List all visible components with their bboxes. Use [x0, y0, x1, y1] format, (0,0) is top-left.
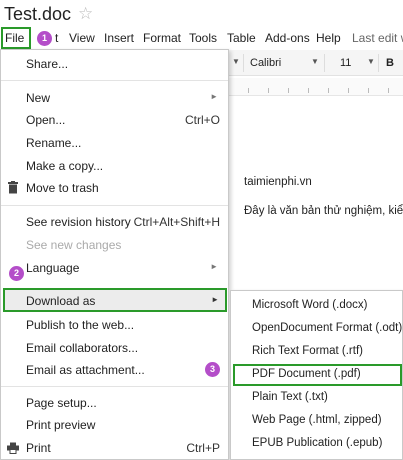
title-bar: Test.doc ☆ [0, 0, 403, 28]
menu-item-email-collaborators[interactable]: Email collaborators... [1, 337, 228, 359]
file-menu-dropdown: Share... New ► Open... Ctrl+O Rename... Ma… [0, 49, 229, 460]
menu-item-new-changes: See new changes [26, 238, 122, 252]
printer-icon [7, 442, 19, 454]
menu-view[interactable]: View [69, 31, 95, 45]
document-text-line[interactable]: taimienphi.vn [244, 176, 312, 188]
menu-insert[interactable]: Insert [104, 31, 134, 45]
step-badge-3: 3 [205, 362, 220, 377]
toolbar-divider [243, 54, 244, 72]
toolbar: ▼ Calibri ▼ 11 ▼ B [228, 50, 403, 76]
download-txt[interactable]: Plain Text (.txt) [231, 387, 402, 409]
chevron-down-icon[interactable]: ▼ [232, 57, 240, 66]
menu-file[interactable]: File [5, 31, 24, 45]
step-badge-2: 2 [9, 266, 24, 281]
star-icon[interactable]: ☆ [78, 4, 93, 24]
download-pdf[interactable]: PDF Document (.pdf) [231, 364, 402, 386]
download-odt[interactable]: OpenDocument Format (.odt) [231, 318, 402, 340]
download-rtf[interactable]: Rich Text Format (.rtf) [231, 341, 402, 363]
menu-item-print-preview[interactable]: Print preview [1, 414, 228, 436]
menu-item-share[interactable]: Share... [1, 53, 228, 75]
menu-format[interactable]: Format [143, 31, 181, 45]
menu-divider [1, 80, 228, 81]
chevron-down-icon[interactable]: ▼ [311, 57, 319, 66]
menu-item-publish[interactable]: Publish to the web... [1, 314, 228, 336]
menu-item-new[interactable]: New ► [1, 87, 228, 109]
document-text-line[interactable]: Đây là văn bản thử nghiệm, kiểm [244, 205, 403, 217]
trash-icon [8, 181, 18, 194]
download-as-submenu: Microsoft Word (.docx) OpenDocument Form… [230, 290, 403, 460]
toolbar-divider [324, 54, 325, 72]
download-html-zipped[interactable]: Web Page (.html, zipped) [231, 410, 402, 432]
submenu-arrow-icon: ► [210, 92, 218, 101]
step-badge-1: 1 [37, 31, 52, 46]
last-edit-link[interactable]: Last edit w [352, 31, 403, 45]
font-select[interactable]: Calibri [250, 57, 281, 69]
font-size-select[interactable]: 11 [340, 57, 351, 69]
menu-edit[interactable]: t [55, 31, 58, 45]
menu-item-email-attachment[interactable]: Email as attachment... [1, 359, 228, 381]
menu-item-revision-history[interactable]: See revision history Ctrl+Alt+Shift+H [1, 211, 228, 233]
download-docx[interactable]: Microsoft Word (.docx) [231, 295, 402, 317]
chevron-down-icon[interactable]: ▼ [367, 57, 375, 66]
menu-table[interactable]: Table [227, 31, 256, 45]
menu-item-move-to-trash[interactable]: Move to trash [1, 177, 228, 199]
menu-tools[interactable]: Tools [189, 31, 217, 45]
menu-divider [1, 386, 228, 387]
submenu-arrow-icon: ► [210, 262, 218, 271]
document-title[interactable]: Test.doc [4, 4, 71, 25]
menu-item-print[interactable]: Print Ctrl+P [1, 437, 228, 459]
download-epub[interactable]: EPUB Publication (.epub) [231, 433, 402, 455]
ruler [228, 78, 403, 96]
toolbar-divider [378, 54, 379, 72]
menu-item-language[interactable]: Language ► [1, 257, 228, 279]
menu-help[interactable]: Help [316, 31, 341, 45]
menu-item-page-setup[interactable]: Page setup... [1, 392, 228, 414]
menu-item-rename[interactable]: Rename... [1, 132, 228, 154]
menu-item-make-copy[interactable]: Make a copy... [1, 155, 228, 177]
submenu-arrow-icon: ► [211, 295, 219, 304]
menu-bar: File t View Insert Format Tools Table Ad… [0, 27, 403, 49]
menu-item-download-as[interactable]: Download as ► [3, 288, 227, 312]
bold-button[interactable]: B [386, 57, 394, 69]
menu-addons[interactable]: Add-ons [265, 31, 310, 45]
menu-divider [1, 205, 228, 206]
menu-item-open[interactable]: Open... Ctrl+O [1, 109, 228, 131]
